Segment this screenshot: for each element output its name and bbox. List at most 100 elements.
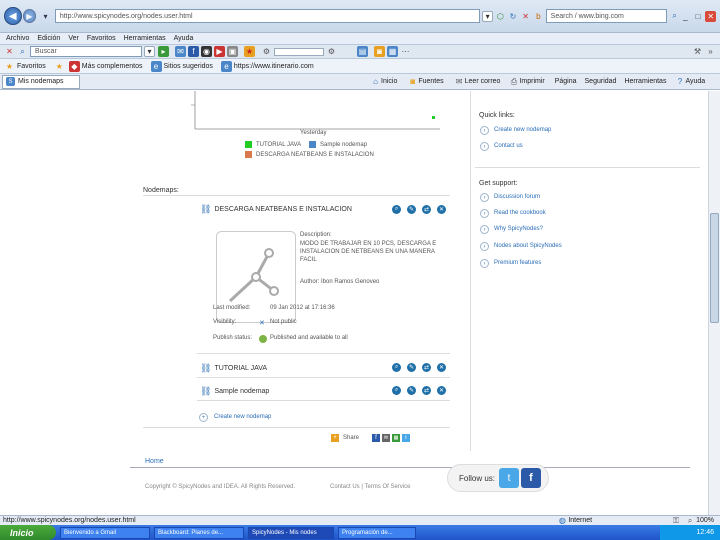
chevron-down-icon[interactable]: ▾ — [40, 11, 51, 22]
feeds-icon[interactable]: ◙ — [407, 76, 418, 87]
menu-edicion[interactable]: Edición — [37, 35, 60, 42]
support-link-nodes[interactable]: Nodes about SpicyNodes — [494, 243, 562, 249]
refresh-icon[interactable]: ↻ — [508, 11, 519, 22]
menu-favoritos[interactable]: Favoritos — [87, 35, 116, 42]
delete-icon[interactable]: ✕ — [437, 386, 446, 395]
star-icon[interactable]: ★ — [244, 46, 255, 57]
go-icon[interactable]: ▸ — [158, 46, 169, 57]
bookmark-icon[interactable]: ▦ — [392, 434, 400, 442]
photo-icon[interactable]: ▣ — [227, 46, 238, 57]
forward-icon[interactable]: ▶ — [22, 9, 37, 23]
nodemap-row[interactable]: ⛓ DESCARGA NEATBEANS E INSTALACION — [200, 204, 352, 215]
chevron-right-icon[interactable]: » — [705, 46, 716, 57]
task-programacion[interactable]: Programación de... — [338, 526, 416, 539]
task-blackboard[interactable]: Blackboard: Planes de... — [154, 526, 244, 539]
cmd-page[interactable]: Página — [555, 78, 577, 85]
cmd-feeds[interactable]: Fuentes — [418, 78, 443, 85]
zoom-icon[interactable]: ⌕ — [392, 386, 401, 395]
delete-icon[interactable]: ✕ — [437, 205, 446, 214]
cmd-print[interactable]: Imprimir — [519, 78, 544, 85]
task-gmail[interactable]: Bienvenido a Gmail — [60, 526, 150, 539]
share-icon[interactable]: ⇄ — [422, 363, 431, 372]
support-link-forum[interactable]: Discussion forum — [494, 194, 540, 200]
windows-icon[interactable]: ▤ — [357, 46, 368, 57]
cmd-mail[interactable]: Leer correo — [465, 78, 501, 85]
support-link-cookbook[interactable]: Read the cookbook — [494, 210, 546, 216]
edit-icon[interactable]: ✎ — [407, 363, 416, 372]
cmd-safety[interactable]: Seguridad — [585, 78, 617, 85]
close-icon[interactable]: ✕ — [705, 10, 716, 22]
home-link[interactable]: Home — [145, 458, 164, 465]
home-icon[interactable]: ⌂ — [370, 76, 381, 87]
delete-icon[interactable]: ✕ — [437, 363, 446, 372]
cmd-help[interactable]: Ayuda — [685, 78, 705, 85]
search-input[interactable]: Search / www.bing.com — [545, 9, 668, 23]
edit-icon[interactable]: ✎ — [407, 386, 416, 395]
create-nodemap-link[interactable]: Create new nodemap — [214, 414, 271, 420]
menu-ver[interactable]: Ver — [68, 35, 79, 42]
gear-icon[interactable]: ⚙ — [326, 46, 337, 57]
share-plus-icon[interactable]: + — [331, 434, 339, 442]
close-toolbar-icon[interactable]: ✕ — [4, 46, 15, 57]
menu-ayuda[interactable]: Ayuda — [174, 35, 194, 42]
nodemap-title[interactable]: Sample nodemap — [214, 388, 269, 395]
quick-link-contact[interactable]: Contact us — [494, 143, 523, 149]
chevron-down-icon[interactable]: ▾ — [144, 46, 155, 57]
email-icon[interactable]: ✉ — [382, 434, 390, 442]
share-icon[interactable]: ⇄ — [422, 386, 431, 395]
toolbar-search-input[interactable]: Buscar — [30, 46, 142, 57]
fav-link-itinerario[interactable]: https://www.itinerario.com — [234, 63, 314, 70]
zoom-icon[interactable]: ⌕ — [392, 363, 401, 372]
vertical-scrollbar[interactable] — [708, 91, 720, 515]
url-field[interactable]: http://www.spicynodes.org/nodes.user.htm… — [54, 9, 481, 23]
support-link-premium[interactable]: Premium features — [494, 260, 541, 266]
facebook-icon[interactable]: f — [521, 468, 542, 488]
volume-slider[interactable] — [274, 47, 324, 56]
dropdown-icon[interactable]: ▾ — [482, 10, 493, 22]
scrollbar-thumb[interactable] — [710, 213, 719, 323]
mail-icon[interactable]: ✉ — [175, 46, 186, 57]
quick-link-create[interactable]: Create new nodemap — [494, 127, 551, 133]
zoom-icon[interactable]: ⌕ — [392, 205, 401, 214]
status-zoom[interactable]: 100% — [696, 517, 714, 524]
nodemap-title[interactable]: DESCARGA NEATBEANS E INSTALACION — [214, 206, 351, 213]
grid-icon[interactable]: ▦ — [387, 46, 398, 57]
mail-icon[interactable]: ✉ — [454, 76, 465, 87]
twitter-icon[interactable]: t — [402, 434, 410, 442]
media-icon[interactable]: ◉ — [201, 46, 212, 57]
search-icon[interactable]: ⌕ — [669, 11, 680, 22]
facebook-icon[interactable]: f — [372, 434, 380, 442]
twitter-icon[interactable]: t — [499, 468, 520, 488]
zoom-icon[interactable]: ⌕ — [686, 516, 694, 525]
favorites-star-icon[interactable]: ★ — [4, 61, 15, 72]
more-icon[interactable]: ⋯ — [400, 46, 411, 57]
settings-icon[interactable]: ⚙ — [261, 46, 272, 57]
favorites-button[interactable]: Favoritos — [17, 63, 46, 70]
rss-icon[interactable]: ◙ — [374, 46, 385, 57]
start-button[interactable]: Inicio — [0, 525, 56, 540]
add-favorite-icon[interactable]: ★ — [54, 61, 65, 72]
cmd-home[interactable]: Inicio — [381, 78, 397, 85]
help-icon[interactable]: ? — [674, 76, 685, 87]
share-icon[interactable]: ⇄ — [422, 205, 431, 214]
nodemap-title[interactable]: TUTORIAL JAVA — [214, 365, 267, 372]
stop-icon[interactable]: ✕ — [520, 11, 531, 22]
facebook-icon[interactable]: f — [188, 46, 199, 57]
fav-link-suggested[interactable]: Sitios sugeridos — [164, 63, 213, 70]
print-icon[interactable]: ⎙ — [508, 76, 519, 87]
cmd-tools[interactable]: Herramientas — [624, 78, 666, 85]
wrench-icon[interactable]: ⚒ — [692, 46, 703, 57]
browser-tab[interactable]: S Mis nodemaps — [2, 74, 80, 89]
back-icon[interactable]: ◀ — [4, 7, 22, 25]
nodemap-row[interactable]: ⛓ TUTORIAL JAVA — [200, 363, 267, 374]
maximize-icon[interactable]: □ — [693, 11, 704, 22]
add-icon[interactable]: + — [199, 413, 208, 422]
edit-icon[interactable]: ✎ — [407, 205, 416, 214]
menu-archivo[interactable]: Archivo — [6, 35, 29, 42]
minimize-icon[interactable]: _ — [680, 11, 691, 22]
youtube-icon[interactable]: ▶ — [214, 46, 225, 57]
nodemap-row[interactable]: ⛓ Sample nodemap — [200, 386, 269, 397]
share-label[interactable]: Share — [343, 435, 359, 441]
fav-link-addons[interactable]: Más complementos — [82, 63, 143, 70]
compatibility-icon[interactable]: ⬡ — [495, 11, 506, 22]
